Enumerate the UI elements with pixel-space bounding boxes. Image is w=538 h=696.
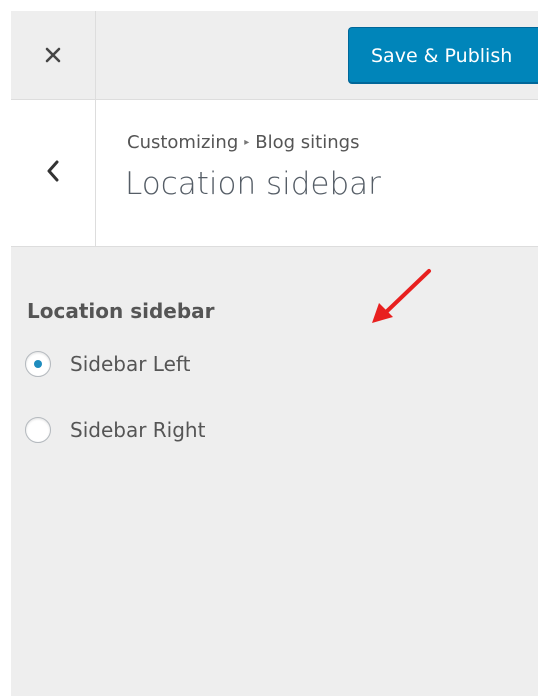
save-publish-button[interactable]: Save & Publish [348, 27, 538, 83]
control-title: Location sidebar [27, 299, 215, 323]
left-edge [0, 0, 11, 696]
radio-button-sidebar-left[interactable] [25, 351, 51, 377]
section-header: Customizing ▸ Blog sitings Location sideba… [11, 100, 538, 247]
close-icon [45, 47, 61, 63]
red-arrow-icon [363, 265, 439, 331]
section-title: Location sidebar [125, 166, 381, 202]
customizer-window: Save & Publish Customizing ▸ Blog sitings … [0, 0, 538, 696]
breadcrumb: Customizing ▸ Blog sitings [127, 132, 359, 153]
customizer-header: Save & Publish [11, 11, 538, 100]
radio-option-sidebar-left[interactable]: Sidebar Left [25, 349, 190, 379]
breadcrumb-separator: ▸ [244, 137, 250, 148]
breadcrumb-root: Customizing [127, 132, 239, 153]
radio-option-sidebar-right[interactable]: Sidebar Right [25, 415, 205, 445]
radio-selected-dot [34, 360, 42, 368]
breadcrumb-current: Blog sitings [255, 132, 360, 153]
close-button[interactable] [11, 11, 96, 99]
customizer-panel: Save & Publish Customizing ▸ Blog sitings … [11, 11, 538, 696]
radio-label-sidebar-left: Sidebar Left [70, 352, 191, 376]
radio-label-sidebar-right: Sidebar Right [70, 418, 206, 442]
back-button[interactable] [11, 100, 96, 246]
radio-button-sidebar-right[interactable] [25, 417, 51, 443]
chevron-left-icon [46, 160, 60, 186]
